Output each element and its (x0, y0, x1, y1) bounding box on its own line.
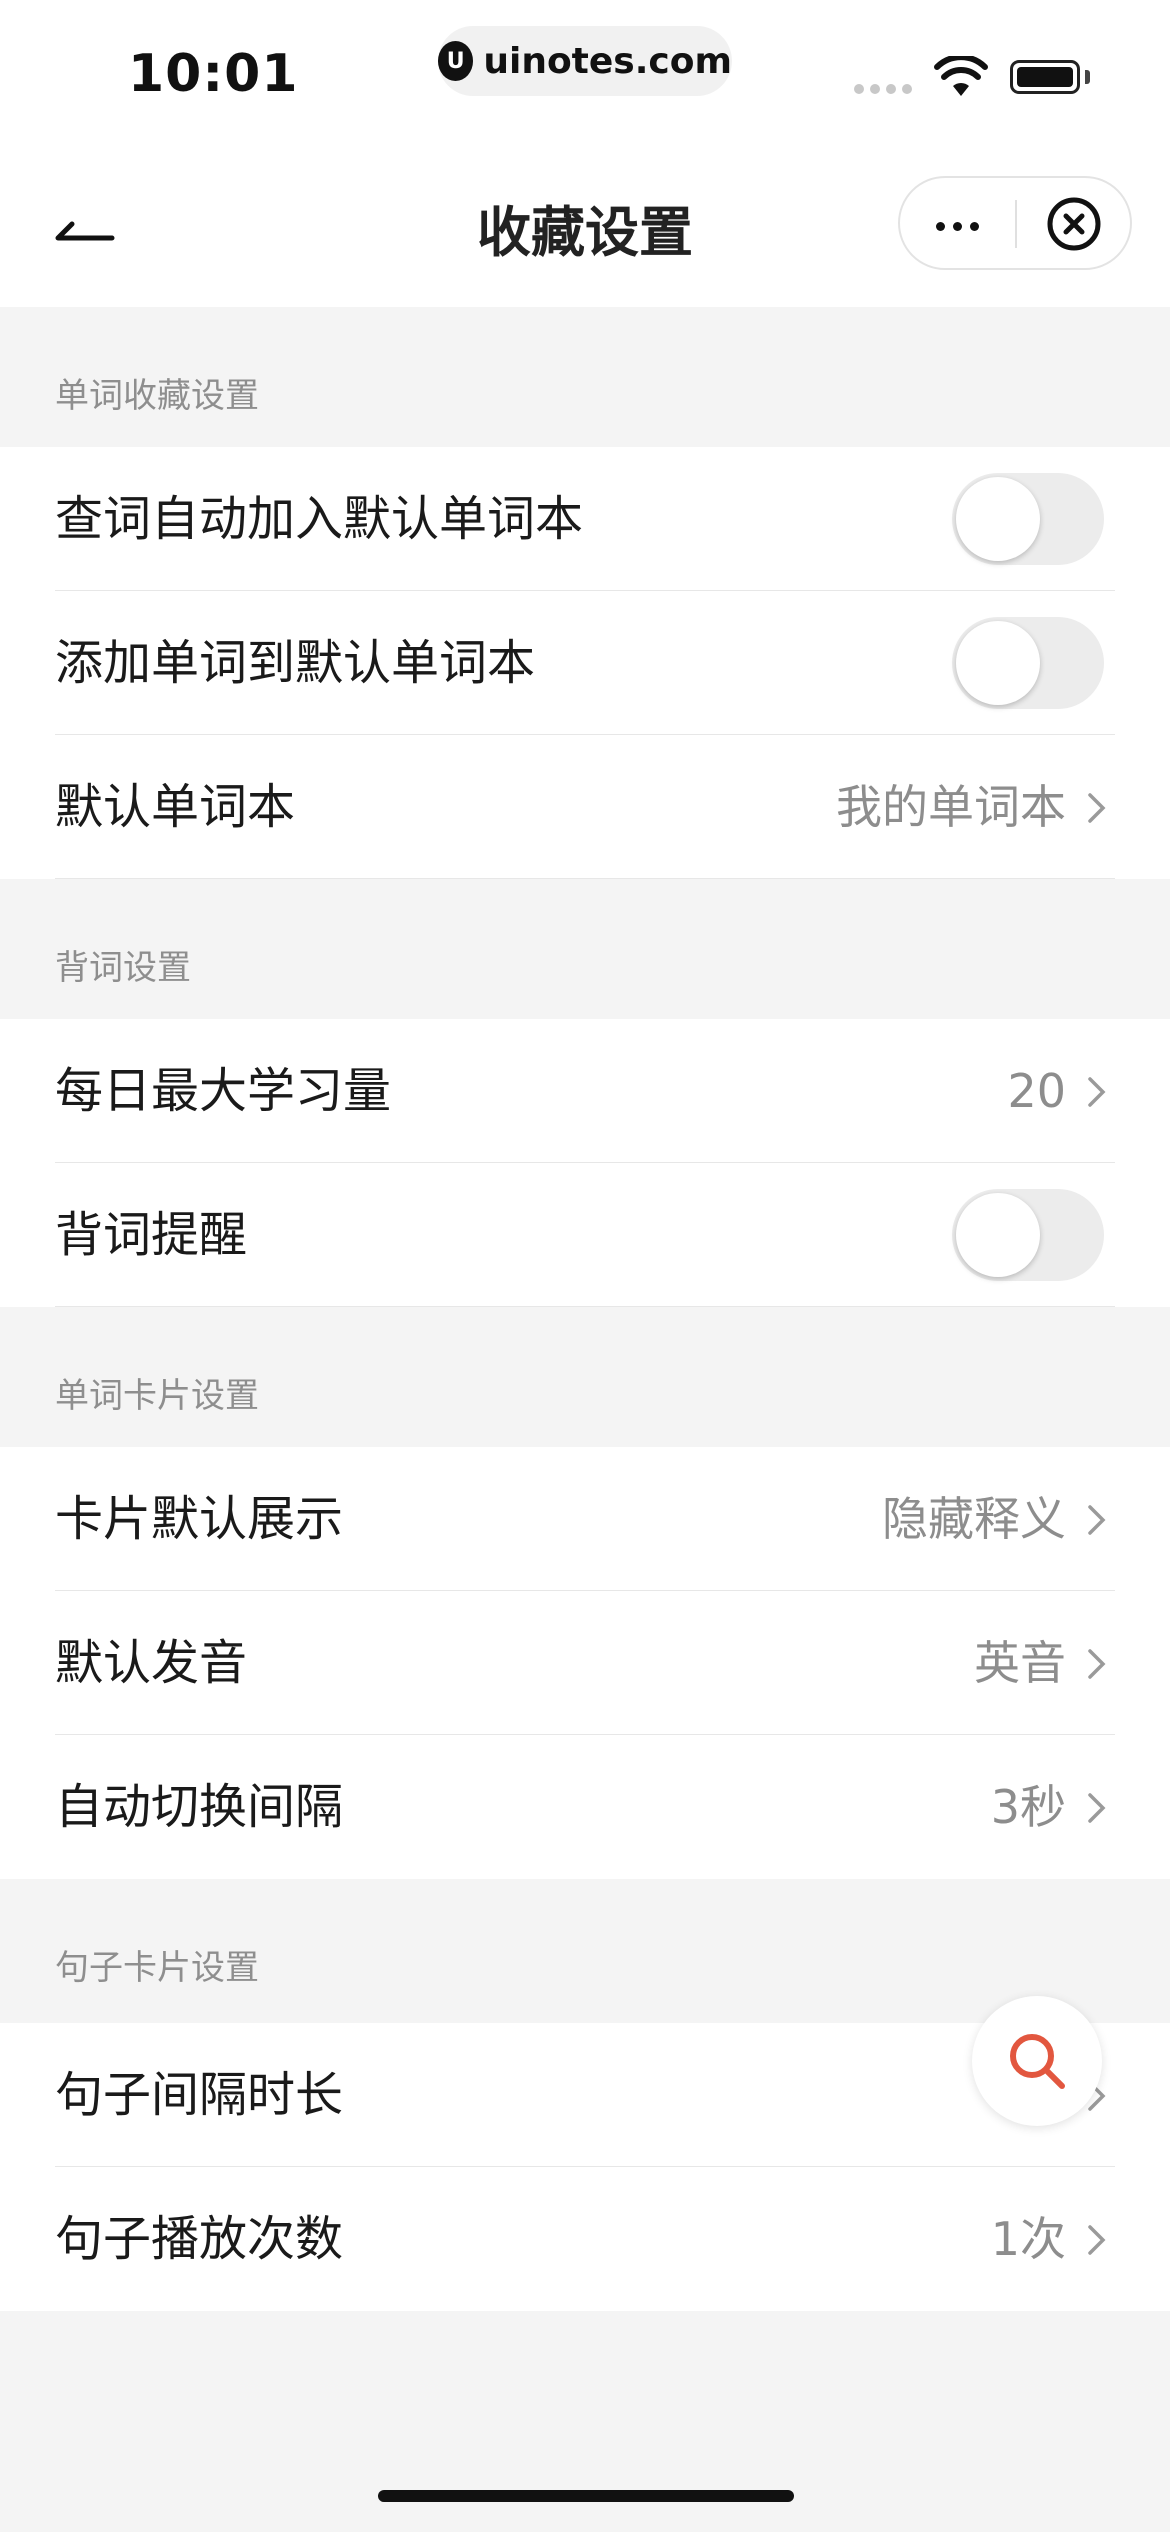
row-daily-max[interactable]: 每日最大学习量 20 (0, 1019, 1170, 1163)
battery-icon (1010, 60, 1080, 94)
close-circle-icon[interactable] (1046, 196, 1102, 252)
chevron-right-icon (1088, 2225, 1106, 2255)
battery-cap (1085, 70, 1090, 84)
back-arrow-icon[interactable] (50, 198, 120, 258)
row-auto-switch-interval[interactable]: 自动切换间隔 3秒 (0, 1735, 1170, 1879)
row-value: 我的单词本 (836, 780, 1066, 834)
toggle-switch[interactable] (952, 473, 1104, 565)
row-value: 1次 (990, 2212, 1066, 2266)
chevron-right-icon (1088, 793, 1106, 823)
chevron-right-icon (1088, 1077, 1106, 1107)
mini-program-capsule (898, 176, 1132, 270)
row-value: 隐藏释义 (882, 1492, 1066, 1546)
row-default-pronunciation[interactable]: 默认发音 英音 (0, 1591, 1170, 1735)
url-text: uinotes.com (483, 40, 732, 82)
section-header-word-collect: 单词收藏设置 (55, 376, 259, 416)
cellular-signal-icon (854, 84, 912, 94)
chevron-right-icon (1088, 1649, 1106, 1679)
more-dots-icon[interactable] (936, 222, 979, 231)
section-header-word-card: 单词卡片设置 (55, 1376, 259, 1416)
status-time: 10:01 (128, 44, 299, 104)
row-value: 英音 (974, 1636, 1066, 1690)
chevron-right-icon (1088, 1793, 1106, 1823)
wifi-icon (934, 56, 988, 96)
row-default-wordbook[interactable]: 默认单词本 我的单词本 (0, 735, 1170, 879)
search-icon (1010, 2034, 1065, 2089)
section-header-sentence-card: 句子卡片设置 (55, 1948, 259, 1988)
chevron-right-icon (1088, 1505, 1106, 1535)
row-value: 20 (1007, 1064, 1066, 1118)
url-pill[interactable]: U uinotes.com (438, 26, 732, 96)
toggle-switch[interactable] (952, 1189, 1104, 1281)
status-bar: 10:01 U uinotes.com (0, 0, 1170, 150)
row-card-default-display[interactable]: 卡片默认展示 隐藏释义 (0, 1447, 1170, 1591)
section-header-study: 背词设置 (55, 948, 191, 988)
site-logo-icon: U (438, 41, 474, 81)
nav-bar: 收藏设置 (0, 150, 1170, 307)
toggle-switch[interactable] (952, 617, 1104, 709)
home-indicator[interactable] (378, 2490, 794, 2502)
floating-search-button[interactable] (972, 1996, 1102, 2126)
row-sentence-play-count[interactable]: 句子播放次数 1次 (0, 2167, 1170, 2311)
row-value: 3秒 (990, 1780, 1066, 1834)
row-auto-add-on-lookup[interactable]: 查词自动加入默认单词本 (0, 447, 1170, 591)
row-study-reminder[interactable]: 背词提醒 (0, 1163, 1170, 1307)
row-add-to-default-book[interactable]: 添加单词到默认单词本 (0, 591, 1170, 735)
capsule-divider (1015, 200, 1017, 248)
